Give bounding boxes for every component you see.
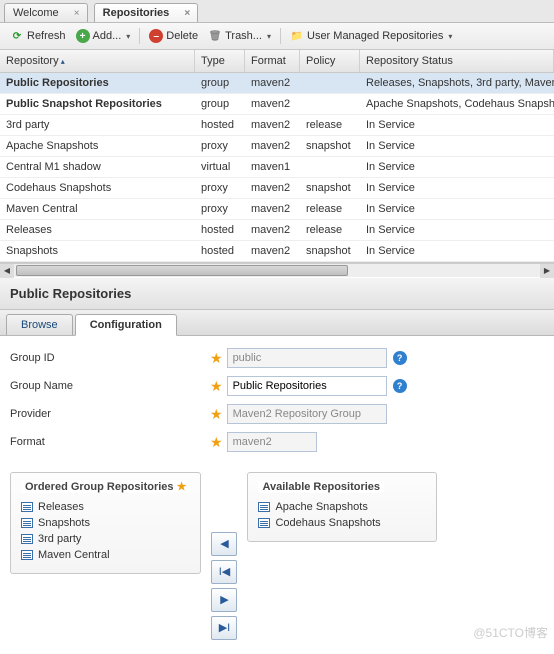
- user-managed-button[interactable]: 📁User Managed Repositories: [286, 27, 456, 45]
- detail-title: Public Repositories: [0, 277, 554, 310]
- table-row[interactable]: Public Snapshot Repositoriesgroupmaven2A…: [0, 94, 554, 115]
- repo-icon: [21, 550, 33, 560]
- table-row[interactable]: 3rd partyhostedmaven2releaseIn Service: [0, 115, 554, 136]
- move-left-button[interactable]: ◀: [211, 532, 237, 556]
- list-item[interactable]: Codehaus Snapshots: [258, 515, 426, 531]
- tab-repositories[interactable]: Repositories ×: [94, 3, 199, 22]
- toolbar: ⟳Refresh +Add... –Delete 🗑Trash... 📁User…: [0, 23, 554, 50]
- provider-label: Provider: [10, 408, 210, 420]
- move-right-button[interactable]: ▶: [211, 588, 237, 612]
- scroll-thumb[interactable]: [16, 265, 348, 276]
- required-icon: ★: [210, 350, 223, 367]
- table-row[interactable]: Central M1 shadowvirtualmaven1In Service: [0, 157, 554, 178]
- table-row[interactable]: Public Repositoriesgroupmaven2Releases, …: [0, 73, 554, 94]
- required-icon: ★: [210, 434, 223, 451]
- col-type[interactable]: Type: [195, 50, 245, 72]
- repo-icon: [258, 518, 270, 528]
- repo-icon: [21, 502, 33, 512]
- folder-icon: 📁: [290, 29, 304, 43]
- delete-button[interactable]: –Delete: [145, 27, 202, 45]
- main-tabs: Welcome × Repositories ×: [0, 0, 554, 23]
- config-form: Group ID ★ ? Group Name ★ ? Provider ★ F…: [0, 336, 554, 472]
- move-first-button[interactable]: I◀: [211, 560, 237, 584]
- group-name-field[interactable]: [227, 376, 387, 396]
- separator: [280, 28, 281, 44]
- required-icon: ★: [210, 378, 223, 395]
- repo-icon: [21, 534, 33, 544]
- move-buttons: ◀ I◀ ▶ ▶I: [211, 532, 237, 640]
- tab-label: Repositories: [103, 7, 170, 19]
- horizontal-scrollbar[interactable]: ◀ ▶: [0, 263, 554, 277]
- tab-browse[interactable]: Browse: [6, 314, 73, 335]
- col-status[interactable]: Repository Status: [360, 50, 554, 72]
- required-icon: ★: [210, 406, 223, 423]
- trash-button[interactable]: 🗑Trash...: [204, 27, 275, 45]
- available-repositories: Available Repositories Apache SnapshotsC…: [247, 472, 437, 542]
- list-item[interactable]: Apache Snapshots: [258, 499, 426, 515]
- repo-icon: [258, 502, 270, 512]
- table-row[interactable]: Snapshotshostedmaven2snapshotIn Service: [0, 241, 554, 262]
- add-icon: +: [76, 29, 90, 43]
- separator: [139, 28, 140, 44]
- list-item[interactable]: Snapshots: [21, 515, 190, 531]
- provider-field[interactable]: [227, 404, 387, 424]
- watermark: @51CTO博客: [473, 624, 548, 641]
- close-icon[interactable]: ×: [181, 8, 193, 20]
- list-item[interactable]: Releases: [21, 499, 190, 515]
- repo-icon: [21, 518, 33, 528]
- format-label: Format: [10, 436, 210, 448]
- refresh-icon: ⟳: [10, 29, 24, 43]
- group-id-field[interactable]: [227, 348, 387, 368]
- col-repository[interactable]: Repository: [0, 50, 195, 72]
- scroll-left-icon[interactable]: ◀: [0, 264, 14, 278]
- list-item[interactable]: 3rd party: [21, 531, 190, 547]
- group-name-label: Group Name: [10, 380, 210, 392]
- move-last-button[interactable]: ▶I: [211, 616, 237, 640]
- tab-label: Welcome: [13, 7, 59, 19]
- ordered-repositories: Ordered Group Repositories ★ ReleasesSna…: [10, 472, 201, 574]
- table-row[interactable]: Releaseshostedmaven2releaseIn Service: [0, 220, 554, 241]
- table-row[interactable]: Maven Centralproxymaven2releaseIn Servic…: [0, 199, 554, 220]
- table-row[interactable]: Apache Snapshotsproxymaven2snapshotIn Se…: [0, 136, 554, 157]
- help-icon[interactable]: ?: [393, 379, 407, 393]
- group-id-label: Group ID: [10, 352, 210, 364]
- tab-configuration[interactable]: Configuration: [75, 314, 177, 336]
- scroll-right-icon[interactable]: ▶: [540, 264, 554, 278]
- col-format[interactable]: Format: [245, 50, 300, 72]
- tab-welcome[interactable]: Welcome ×: [4, 3, 88, 22]
- list-item[interactable]: Maven Central: [21, 547, 190, 563]
- required-icon: ★: [177, 481, 187, 493]
- table-row[interactable]: Codehaus Snapshotsproxymaven2snapshotIn …: [0, 178, 554, 199]
- grid-header: Repository Type Format Policy Repository…: [0, 50, 554, 73]
- delete-icon: –: [149, 29, 163, 43]
- repository-lists: Ordered Group Repositories ★ ReleasesSna…: [0, 472, 554, 654]
- detail-tabs: Browse Configuration: [0, 310, 554, 336]
- help-icon[interactable]: ?: [393, 351, 407, 365]
- col-policy[interactable]: Policy: [300, 50, 360, 72]
- close-icon[interactable]: ×: [71, 8, 83, 20]
- add-button[interactable]: +Add...: [72, 27, 135, 45]
- refresh-button[interactable]: ⟳Refresh: [6, 27, 70, 45]
- repository-grid: Repository Type Format Policy Repository…: [0, 50, 554, 263]
- format-field[interactable]: [227, 432, 317, 452]
- trash-icon: 🗑: [208, 29, 222, 43]
